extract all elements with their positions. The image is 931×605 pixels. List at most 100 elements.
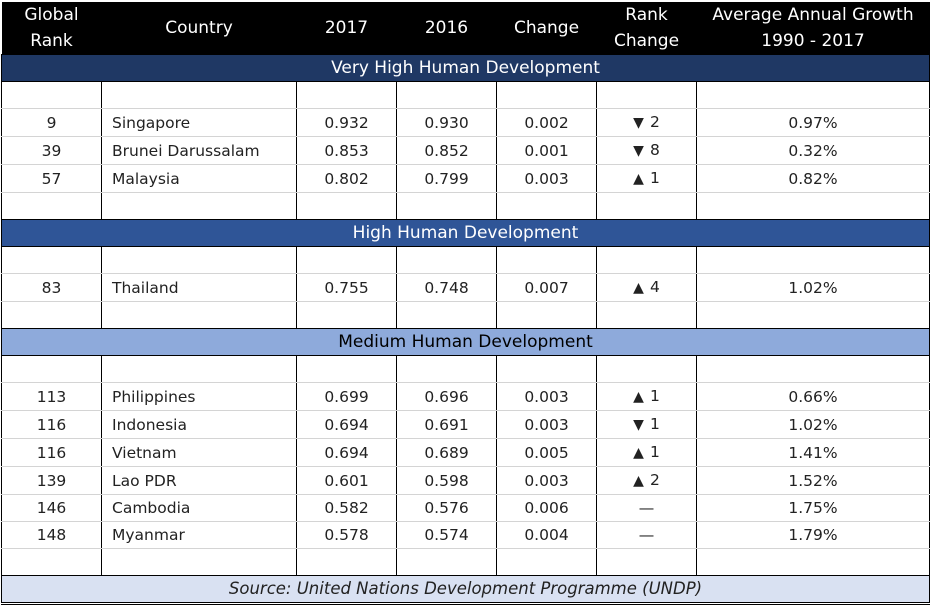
cell-country: Singapore: [101, 108, 297, 137]
cell-avg-growth: 1.41%: [696, 438, 930, 467]
cell-2016: 0.696: [396, 382, 497, 411]
cell-global-rank: 57: [1, 164, 102, 193]
header-change: Change: [496, 2, 597, 55]
cell-2016: 0.689: [396, 438, 497, 467]
rank-up-triangle-icon: ▲: [633, 389, 644, 405]
source-row: Source: United Nations Development Progr…: [1, 575, 930, 605]
rank-up-triangle-icon: ▲: [633, 280, 644, 296]
cell-country: Philippines: [101, 382, 297, 411]
cell-rank-change: ▲ 1: [596, 438, 697, 467]
cell-change: 0.007: [496, 273, 597, 302]
cell-2016: 0.574: [396, 521, 497, 549]
rank-change-value: 4: [649, 278, 660, 296]
header-rank-change: Rank Change: [596, 2, 697, 55]
rank-change-value: 1: [649, 387, 660, 405]
cell-change: 0.004: [496, 521, 597, 549]
cell-avg-growth: 1.75%: [696, 494, 930, 522]
spreadsheet: Global Rank Country 2017 2016 Change Rank…: [0, 0, 931, 605]
cell-2016: 0.930: [396, 108, 497, 137]
source-note: Source: United Nations Development Progr…: [1, 575, 930, 605]
rank-change-value: —: [638, 499, 655, 517]
cell-country: Brunei Darussalam: [101, 136, 297, 165]
header-global-rank: Global Rank: [1, 2, 102, 55]
cell-change: 0.002: [496, 108, 597, 137]
group-band-high-human-development: High Human Development: [1, 219, 930, 247]
rank-change-value: 8: [649, 141, 660, 159]
cell-2017: 0.853: [296, 136, 397, 165]
cell-global-rank: 146: [1, 494, 102, 522]
cell-avg-growth: 0.66%: [696, 382, 930, 411]
header-country: Country: [101, 2, 297, 55]
rank-change-value: 1: [649, 415, 660, 433]
table-row: 39 Brunei Darussalam 0.853 0.852 0.001 ▼…: [1, 136, 930, 165]
cell-2017: 0.699: [296, 382, 397, 411]
cell-rank-change: ▲ 1: [596, 164, 697, 193]
cell-2016: 0.598: [396, 466, 497, 495]
cell-country: Thailand: [101, 273, 297, 302]
cell-avg-growth: 1.52%: [696, 466, 930, 495]
header-2017: 2017: [296, 2, 397, 55]
table-row: 148 Myanmar 0.578 0.574 0.004 — 1.79%: [1, 521, 930, 549]
table-row: 146 Cambodia 0.582 0.576 0.006 — 1.75%: [1, 494, 930, 522]
cell-country: Indonesia: [101, 410, 297, 439]
group-title: Very High Human Development: [1, 54, 930, 82]
cell-change: 0.003: [496, 164, 597, 193]
cell-global-rank: 39: [1, 136, 102, 165]
spacer-row: [1, 548, 930, 576]
table-row: 83 Thailand 0.755 0.748 0.007 ▲ 4 1.02%: [1, 273, 930, 302]
header-avg-growth: Average Annual Growth 1990 - 2017: [696, 2, 930, 55]
group-band-medium-human-development: Medium Human Development: [1, 328, 930, 356]
cell-country: Lao PDR: [101, 466, 297, 495]
cell-rank-change: ▼ 8: [596, 136, 697, 165]
table-row: 116 Indonesia 0.694 0.691 0.003 ▼ 1 1.02%: [1, 410, 930, 439]
rank-change-value: 1: [649, 169, 660, 187]
cell-country: Myanmar: [101, 521, 297, 549]
rank-change-value: 1: [649, 443, 660, 461]
cell-2017: 0.932: [296, 108, 397, 137]
group-band-very-high-human-development: Very High Human Development: [1, 54, 930, 82]
cell-global-rank: 116: [1, 438, 102, 467]
spacer-row: [1, 246, 930, 274]
cell-2017: 0.601: [296, 466, 397, 495]
cell-avg-growth: 1.79%: [696, 521, 930, 549]
spacer-row: [1, 301, 930, 329]
spacer-row: [1, 355, 930, 383]
cell-global-rank: 148: [1, 521, 102, 549]
cell-global-rank: 83: [1, 273, 102, 302]
cell-avg-growth: 0.97%: [696, 108, 930, 137]
cell-2016: 0.576: [396, 494, 497, 522]
rank-up-triangle-icon: ▲: [633, 445, 644, 461]
cell-change: 0.003: [496, 466, 597, 495]
rank-down-triangle-icon: ▼: [633, 417, 644, 433]
cell-global-rank: 116: [1, 410, 102, 439]
cell-2017: 0.694: [296, 438, 397, 467]
cell-2017: 0.802: [296, 164, 397, 193]
group-title: Medium Human Development: [1, 328, 930, 356]
cell-country: Cambodia: [101, 494, 297, 522]
group-title: High Human Development: [1, 219, 930, 247]
spacer-row: [1, 192, 930, 220]
rank-down-triangle-icon: ▼: [633, 115, 644, 131]
table-row: 113 Philippines 0.699 0.696 0.003 ▲ 1 0.6…: [1, 382, 930, 411]
cell-2017: 0.694: [296, 410, 397, 439]
cell-country: Vietnam: [101, 438, 297, 467]
cell-2017: 0.582: [296, 494, 397, 522]
cell-rank-change: ▼ 1: [596, 410, 697, 439]
table-row: 139 Lao PDR 0.601 0.598 0.003 ▲ 2 1.52%: [1, 466, 930, 495]
cell-change: 0.003: [496, 382, 597, 411]
rank-change-value: —: [638, 526, 655, 544]
cell-change: 0.006: [496, 494, 597, 522]
cell-rank-change: ▲ 2: [596, 466, 697, 495]
cell-rank-change: ▲ 4: [596, 273, 697, 302]
hdi-table: Global Rank Country 2017 2016 Change Rank…: [1, 2, 930, 605]
rank-change-value: 2: [649, 113, 660, 131]
cell-global-rank: 139: [1, 466, 102, 495]
cell-global-rank: 9: [1, 108, 102, 137]
cell-2017: 0.755: [296, 273, 397, 302]
cell-change: 0.005: [496, 438, 597, 467]
rank-change-value: 2: [649, 471, 660, 489]
cell-2016: 0.691: [396, 410, 497, 439]
cell-global-rank: 113: [1, 382, 102, 411]
cell-country: Malaysia: [101, 164, 297, 193]
cell-2016: 0.852: [396, 136, 497, 165]
